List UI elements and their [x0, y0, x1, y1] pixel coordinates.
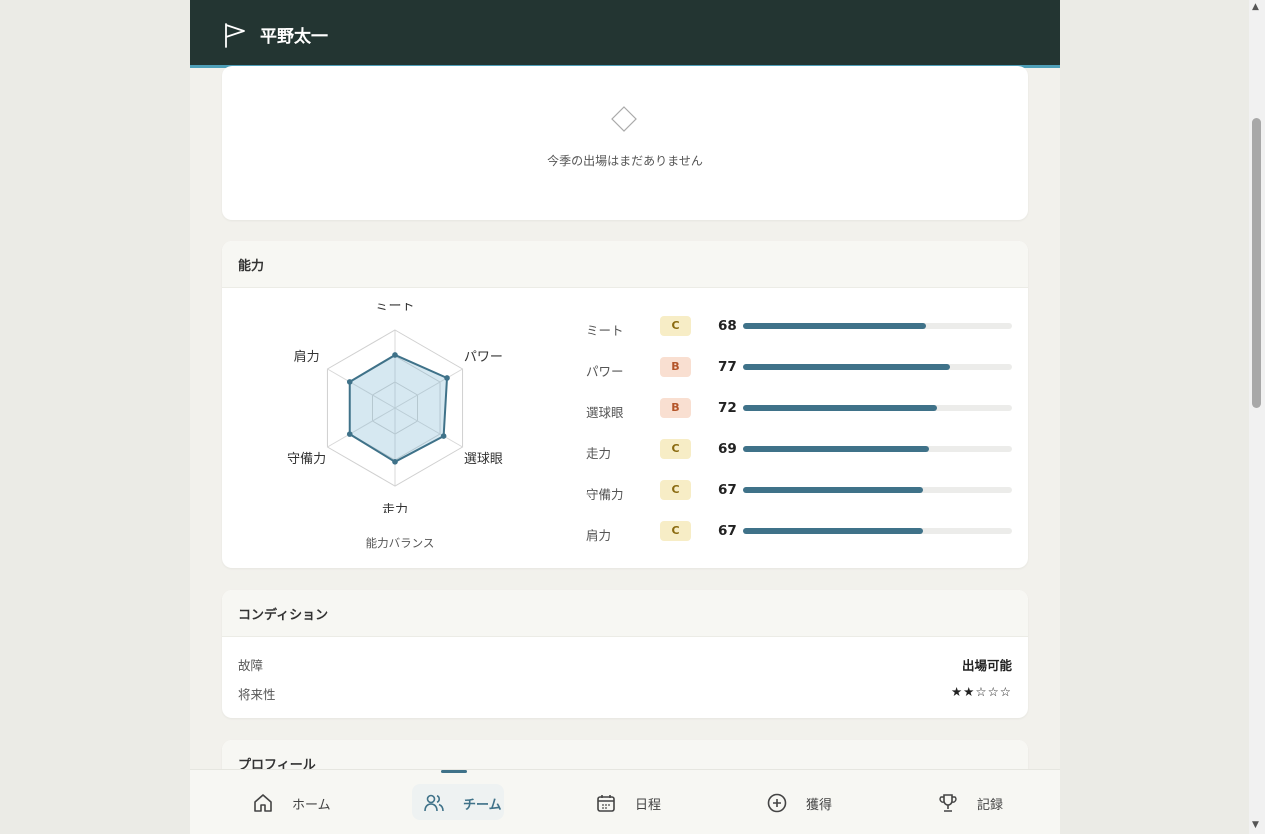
- injury-value: 出場可能: [961, 658, 1012, 673]
- radar-value-polygon: [348, 353, 449, 463]
- stat-grade-badge: B: [660, 357, 691, 377]
- nav-item-records[interactable]: 記録: [937, 790, 1003, 816]
- radar-axis-label: 守備力: [287, 451, 326, 467]
- stat-name: 選球眼: [586, 405, 624, 420]
- potential-stars: ★★☆☆☆: [950, 684, 1012, 699]
- stat-bar-fill: [743, 364, 951, 370]
- home-icon: [254, 794, 272, 812]
- radar-point: [346, 379, 353, 385]
- stat-value: 67: [718, 523, 737, 539]
- stat-value: 68: [718, 318, 737, 334]
- scroll-thumb[interactable]: [1252, 118, 1261, 408]
- stat-row: 守備力 C 67: [586, 480, 1012, 504]
- stat-bar-fill: [743, 446, 929, 452]
- stat-value: 69: [718, 441, 737, 457]
- season-card: 今季の出場はまだありません: [222, 66, 1028, 220]
- radar-point: [346, 431, 353, 437]
- nav-item-home[interactable]: ホーム: [252, 790, 331, 816]
- radar-point: [392, 459, 398, 465]
- stat-grade-badge: B: [660, 398, 691, 418]
- injury-row: 故障 出場可能: [238, 655, 1012, 675]
- radar-axis-label: 選球眼: [464, 452, 503, 467]
- stat-name: 肩力: [586, 528, 612, 543]
- radar-point: [444, 375, 450, 381]
- plus-circle-icon: [767, 793, 787, 813]
- condition-card: コンディション 故障 出場可能 将来性 ★★☆☆☆: [222, 590, 1028, 718]
- stat-grade-badge: C: [660, 316, 691, 336]
- radar-point: [440, 433, 447, 439]
- stat-row: 肩力 C 67: [586, 521, 1012, 545]
- stat-name: 走力: [586, 446, 612, 461]
- nav-label-schedule: 日程: [635, 797, 662, 813]
- stat-row: ミート C 68: [586, 316, 1012, 340]
- radar-axis-label: パワー: [464, 350, 503, 365]
- diamond-icon: [611, 106, 637, 132]
- stat-row: 選球眼 B 72: [586, 398, 1012, 422]
- nav-label-home: ホーム: [292, 797, 331, 813]
- potential-label: 将来性: [238, 687, 276, 702]
- nav-item-schedule[interactable]: 日程: [595, 790, 661, 816]
- radar-point: [392, 352, 398, 358]
- stat-bar-fill: [743, 528, 924, 534]
- stat-bar-track: [743, 364, 1012, 370]
- stat-name: パワー: [586, 364, 624, 379]
- stat-name: 守備力: [586, 487, 624, 502]
- app-header: 平野太一: [190, 0, 1060, 68]
- bottom-nav: ホーム チーム 日程 獲得 記録: [190, 769, 1060, 834]
- stat-bar-track: [743, 528, 1012, 534]
- ability-card: 能力 ミート パワー 選球眼 走力 守備力 肩力 能力バランス ミート C 68 パワー B 77 選…: [222, 241, 1028, 568]
- nav-label-records: 記録: [977, 797, 1004, 813]
- radar-axis-label: ミート: [375, 303, 414, 314]
- calendar-icon: [597, 795, 615, 812]
- radar-axis-label: 肩力: [294, 349, 320, 365]
- radar-axis-label: 走力: [382, 503, 408, 513]
- scroll-up-icon[interactable]: ▲: [1252, 2, 1259, 12]
- stat-grade-badge: C: [660, 521, 691, 541]
- radar-chart: ミートパワー選球眼走力 守備力 肩力: [287, 303, 503, 513]
- flag-icon: [225, 23, 245, 48]
- empty-season-text: 今季の出場はまだありません: [547, 154, 703, 168]
- radar-caption: 能力バランス: [365, 536, 435, 550]
- potential-row: 将来性 ★★☆☆☆: [238, 684, 1012, 704]
- nav-item-team[interactable]: チーム: [423, 790, 502, 816]
- stat-value: 67: [718, 482, 737, 498]
- nav-label-team: チーム: [463, 797, 502, 813]
- nav-item-acquire[interactable]: 獲得: [766, 790, 832, 816]
- trophy-icon: [939, 794, 957, 812]
- stat-bar-track: [743, 487, 1012, 493]
- stat-row: パワー B 77: [586, 357, 1012, 381]
- condition-title: コンディション: [222, 590, 1028, 637]
- stat-row: 走力 C 69: [586, 439, 1012, 463]
- app-frame: 平野太一 今季の出場はまだありません 能力 ミート パワー 選球眼 走力 守備力 肩力 能…: [190, 0, 1060, 834]
- injury-label: 故障: [238, 658, 264, 673]
- stat-bar-fill: [743, 487, 924, 493]
- stat-grade-badge: C: [660, 480, 691, 500]
- stat-bar-track: [743, 405, 1012, 411]
- scroll-down-icon[interactable]: ▼: [1252, 820, 1259, 830]
- stat-value: 72: [718, 400, 737, 416]
- nav-active-indicator: [441, 770, 467, 773]
- team-icon: [424, 794, 444, 812]
- stat-bar-fill: [743, 405, 937, 411]
- stat-grade-badge: C: [660, 439, 691, 459]
- stat-value: 77: [718, 359, 737, 375]
- stat-bar-track: [743, 446, 1012, 452]
- nav-label-acquire: 獲得: [806, 797, 833, 813]
- stat-name: ミート: [586, 323, 624, 338]
- stat-bar-track: [743, 323, 1012, 329]
- ability-title: 能力: [222, 241, 1028, 288]
- player-name: 平野太一: [260, 27, 328, 47]
- stat-bar-fill: [743, 323, 926, 329]
- page-scrollbar[interactable]: ▲ ▼: [1249, 0, 1265, 834]
